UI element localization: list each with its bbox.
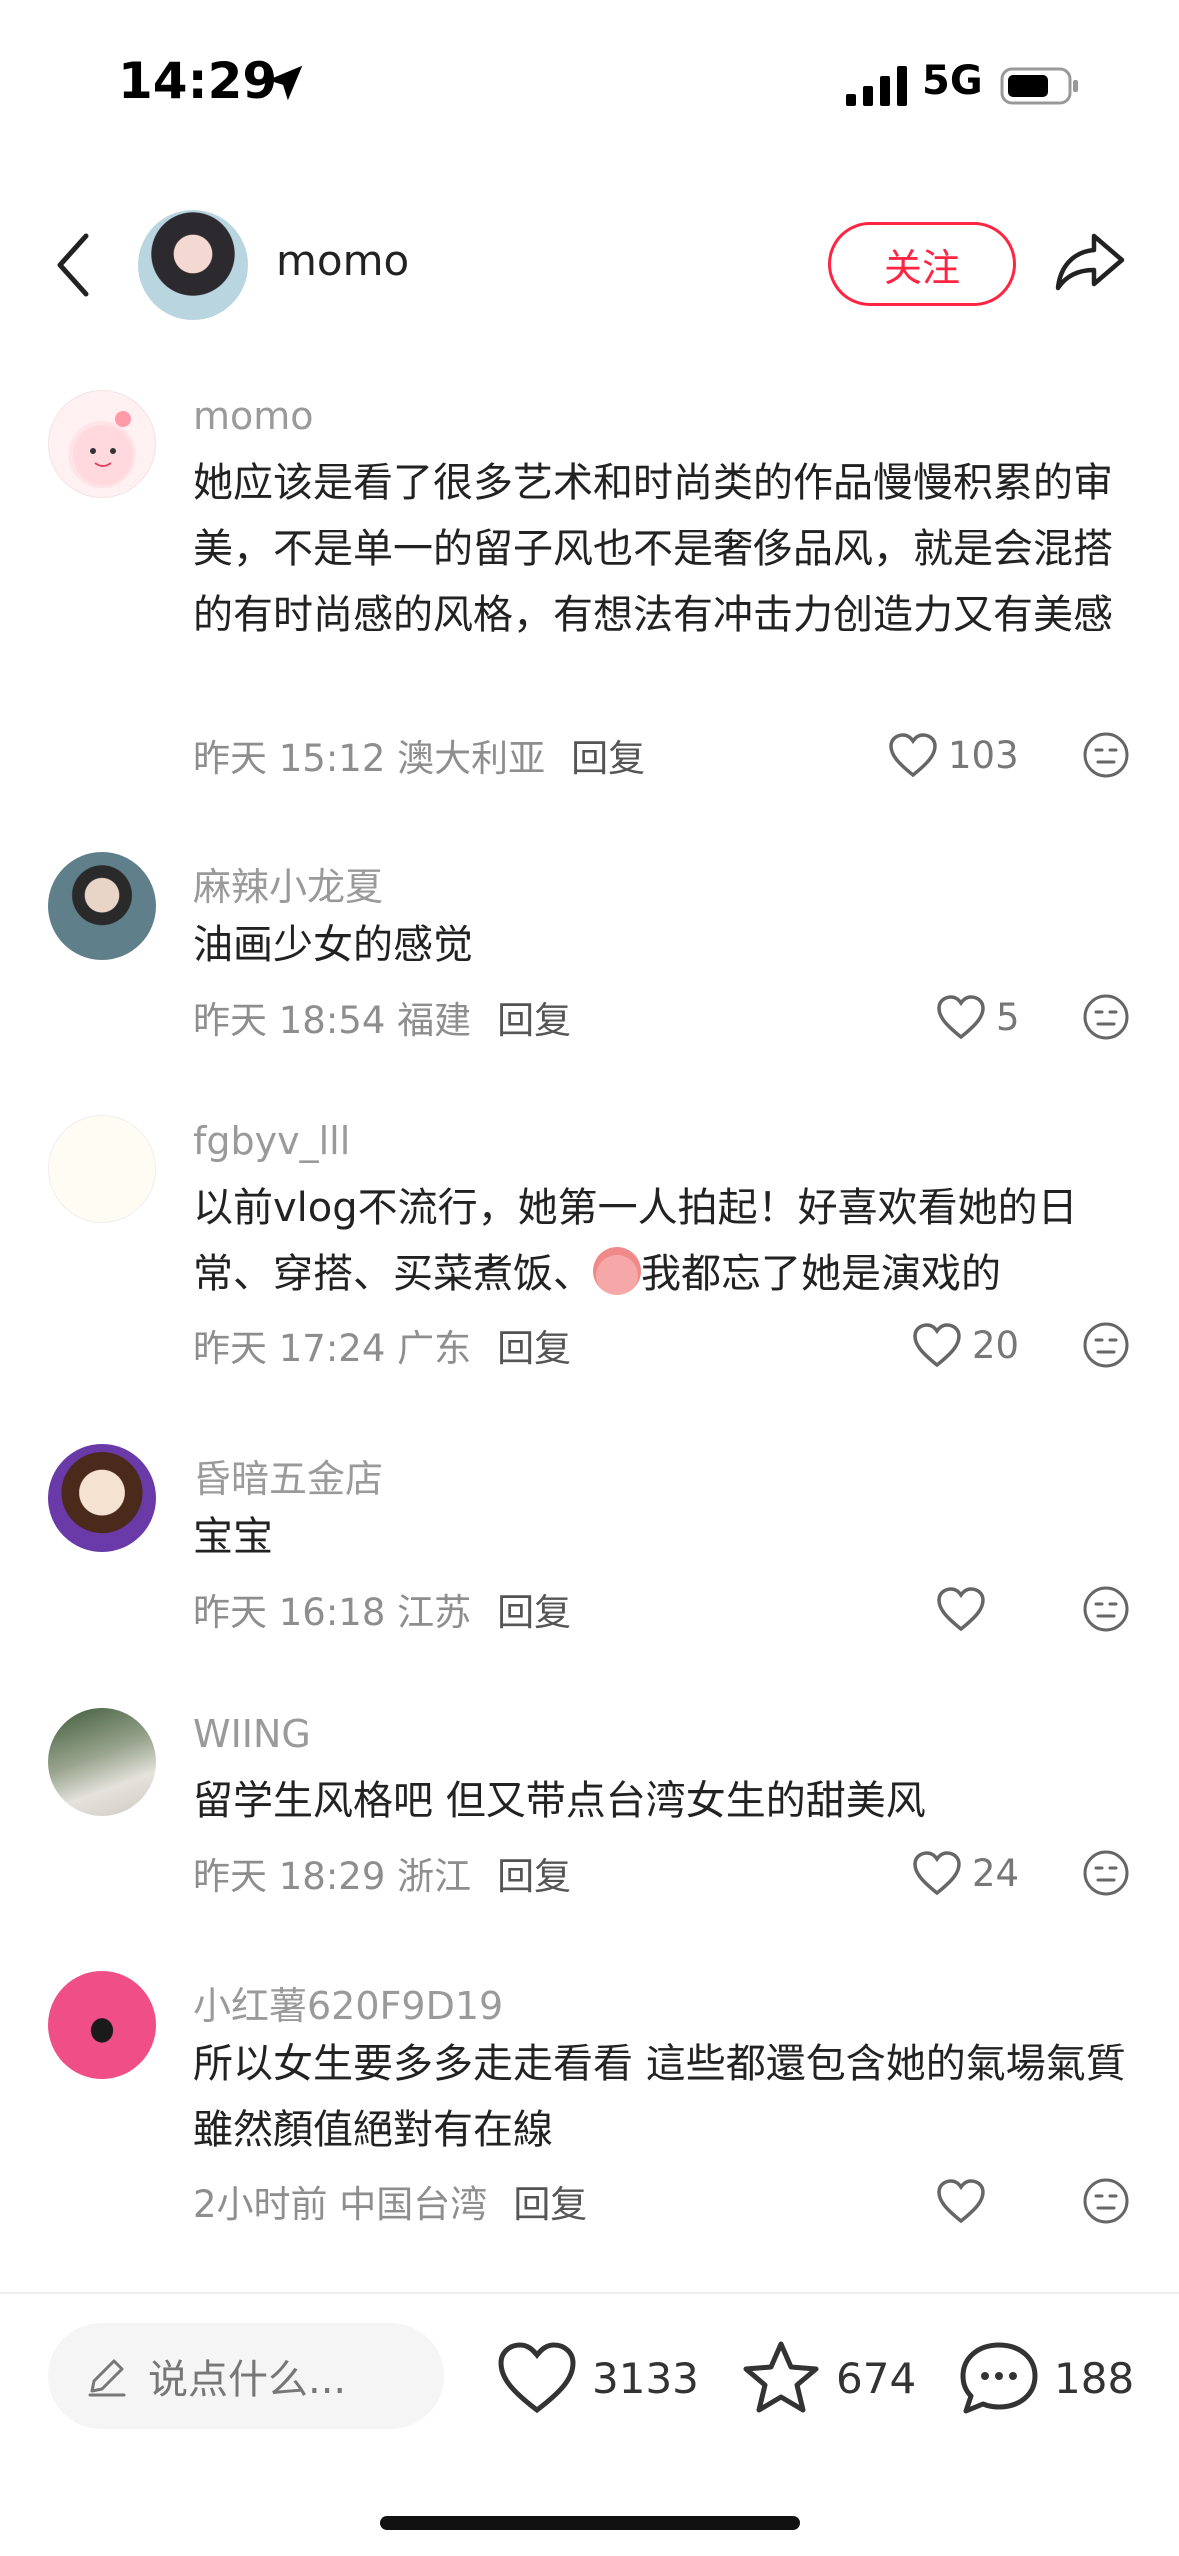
comment-meta: 昨天 18:29 浙江 回复 [193,1846,571,1900]
like-count: 5 [996,995,1020,1039]
like-count: 24 [972,1851,1020,1895]
reply-button[interactable]: 回复 [497,999,571,1042]
comment-bubble-icon [960,2342,1038,2414]
reply-button[interactable]: 回复 [497,1591,571,1634]
crying-face-emoji [593,1247,641,1295]
like-button[interactable]: 5 [936,992,1020,1042]
reply-button[interactable]: 回复 [571,737,645,780]
home-indicator[interactable] [380,2516,800,2530]
like-button[interactable] [936,2176,996,2226]
comments-button[interactable]: 188 [958,2338,1134,2418]
share-icon[interactable] [1054,230,1126,294]
commenter-name[interactable]: momo [193,394,314,438]
reply-button[interactable]: 回复 [497,1327,571,1370]
status-time: 14:29 [118,52,278,110]
comment-text[interactable]: 宝宝 [193,1504,1133,1570]
comment-time-location: 昨天 18:54 福建 [193,999,472,1042]
heart-icon [889,733,937,778]
comment-meta: 昨天 15:12 澳大利亚 回复 [193,728,645,782]
bottom-divider [0,2292,1179,2294]
comment-meta: 2小时前 中国台湾 回复 [193,2174,587,2228]
favorite-button[interactable]: 674 [740,2338,916,2418]
commenter-name[interactable]: 麻辣小龙夏 [193,856,383,911]
comment-text[interactable]: 所以女生要多多走走看看 這些都還包含她的氣場氣質 雖然顏值絕對有在線 [193,2031,1133,2163]
signal-icon [846,66,907,106]
comment-meta: 昨天 17:24 广东 回复 [193,1318,571,1372]
like-button[interactable]: 103 [888,730,1019,780]
heart-icon [937,995,985,1040]
comment-text[interactable]: 她应该是看了很多艺术和时尚类的作品慢慢积累的审美，不是单一的留子风也不是奢侈品风… [193,450,1133,648]
like-count: 103 [948,733,1019,777]
commenter-name[interactable]: WIING [193,1712,311,1756]
follow-button[interactable]: 关注 [828,222,1016,306]
heart-icon [937,1587,985,1632]
commenter-avatar[interactable] [48,1708,156,1816]
emoji-icon[interactable] [1082,1321,1130,1369]
pencil-icon [88,2359,126,2397]
like-button[interactable] [936,1584,996,1634]
heart-icon [913,1851,961,1896]
comment-input-placeholder: 说点什么... [148,2357,347,2403]
star-icon [743,2341,819,2413]
commenter-avatar[interactable] [48,390,156,498]
heart-icon [913,1323,961,1368]
like-button[interactable]: 20 [912,1320,1019,1370]
commenter-name[interactable]: 小红薯620F9D19 [193,1975,503,2030]
comment-text[interactable]: 以前vlog不流行，她第一人拍起！好喜欢看她的日常、穿搭、买菜煮饭、 我都忘了她是… [193,1175,1133,1307]
comment-text[interactable]: 留学生风格吧 但又带点台湾女生的甜美风 [193,1768,1133,1834]
author-avatar[interactable] [138,210,248,320]
back-icon[interactable] [50,230,98,300]
commenter-avatar[interactable] [48,852,156,960]
reply-button[interactable]: 回复 [497,1855,571,1898]
emoji-icon[interactable] [1082,1849,1130,1897]
comment-text[interactable]: 油画少女的感觉 [193,912,1133,978]
emoji-icon[interactable] [1082,2177,1130,2225]
comment-time-location: 昨天 16:18 江苏 [193,1591,472,1634]
network-label: 5G [922,58,983,104]
commenter-avatar[interactable] [48,1115,156,1223]
heart-icon [498,2342,576,2414]
comment-time-location: 2小时前 中国台湾 [193,2183,488,2226]
commenter-name[interactable]: fgbyv_lll [193,1119,350,1163]
comment-text-part: 我都忘了她是演戏的 [641,1251,1001,1297]
comment-time-location: 昨天 15:12 澳大利亚 [193,737,546,780]
favorite-count: 674 [836,2353,917,2403]
location-arrow-icon [267,65,303,101]
commenter-avatar[interactable] [48,1971,156,2079]
comment-input[interactable]: 说点什么... [48,2323,444,2429]
battery-icon [1000,67,1078,105]
comment-count: 188 [1054,2353,1135,2403]
commenter-name[interactable]: 昏暗五金店 [193,1448,383,1503]
emoji-icon[interactable] [1082,731,1130,779]
profile-header: momo 关注 [0,200,1179,330]
commenter-avatar[interactable] [48,1444,156,1552]
status-bar: 14:29 5G [0,0,1179,170]
comment-time-location: 昨天 18:29 浙江 [193,1855,472,1898]
comment-meta: 昨天 18:54 福建 回复 [193,990,571,1044]
post-like-count: 3133 [592,2353,699,2403]
like-count: 20 [972,1323,1020,1367]
author-name[interactable]: momo [276,236,409,285]
comment-meta: 昨天 16:18 江苏 回复 [193,1582,571,1636]
comment-time-location: 昨天 17:24 广东 [193,1327,472,1370]
like-button[interactable]: 24 [912,1848,1019,1898]
heart-icon [937,2179,985,2224]
emoji-icon[interactable] [1082,1585,1130,1633]
like-post-button[interactable]: 3133 [496,2338,699,2418]
emoji-icon[interactable] [1082,993,1130,1041]
reply-button[interactable]: 回复 [513,2183,587,2226]
